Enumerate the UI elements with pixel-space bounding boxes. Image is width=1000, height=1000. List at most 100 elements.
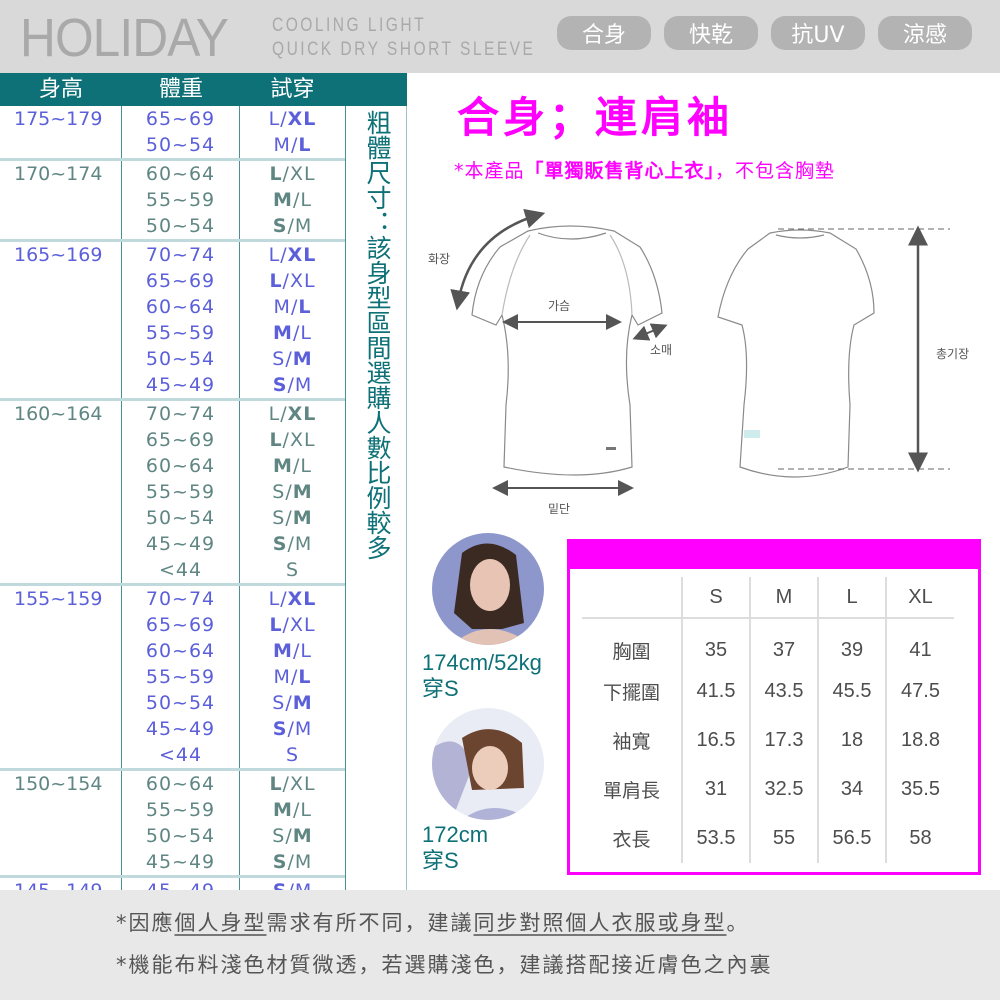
weight-range: 45~49: [122, 372, 240, 398]
size-option-b: M: [294, 533, 313, 555]
note-emphasis: 「單獨販售背心上衣」: [524, 160, 716, 182]
footer-text: 。: [726, 911, 750, 935]
size-separator: /: [287, 533, 295, 555]
height-range: [0, 453, 122, 479]
fit-table-body: 175~179 65~69 L/XL 50~54 M/L 170~174 60~64 L/XL…: [0, 106, 345, 906]
size-header-l: L: [817, 577, 886, 618]
height-range: [0, 690, 122, 716]
fit-recommendation-table: 身高 體重 試穿 175~179 65~69 L/XL 50~54 M/L 170~174…: [0, 73, 407, 906]
fit-table-header: 身高 體重 試穿: [0, 73, 407, 106]
table-row: 160~164 70~74 L/XL: [0, 401, 345, 427]
footer-emphasis: 同步對照個人衣服或身型: [473, 911, 727, 935]
product-note: *本產品「單獨販售背心上衣」，不包含胸墊: [454, 158, 835, 184]
model-caption-1: 174cm/52kg 穿S: [422, 650, 542, 702]
tried-size: M/L: [240, 294, 345, 320]
size-option-b: M: [292, 348, 313, 370]
height-group: 160~164 70~74 L/XL 65~69 L/XL 60~64 M/L 55~59 S/…: [0, 401, 345, 586]
size-option-b: M: [292, 692, 313, 714]
size-option-b: L: [300, 799, 312, 821]
size-separator: /: [280, 588, 288, 610]
table-row: 55~59 S/M: [0, 479, 345, 505]
size-separator: /: [282, 773, 290, 795]
weight-range: 45~49: [122, 531, 240, 557]
feature-tag-fit: 合身: [557, 16, 651, 50]
label-chest: 가슴: [548, 299, 571, 313]
product-fit-title: 合身；連肩袖: [457, 93, 734, 142]
size-option-b: L: [298, 134, 312, 156]
size-option-a: L: [269, 773, 283, 795]
size-option-a: L: [268, 108, 281, 130]
measurement-row: 下擺圍 41.5 43.5 45.5 47.5: [582, 667, 954, 716]
weight-range: <44: [122, 742, 240, 768]
tried-size: L/XL: [240, 161, 345, 187]
size-option-b: XL: [289, 270, 316, 292]
size-option-b: L: [298, 666, 312, 688]
weight-range: 70~74: [122, 242, 240, 268]
table-row: 170~174 60~64 L/XL: [0, 161, 345, 187]
weight-range: 50~54: [122, 132, 240, 158]
height-range: [0, 268, 122, 294]
table-row: 55~59 M/L: [0, 797, 345, 823]
size-separator: /: [287, 718, 295, 740]
table-row: 45~49 S/M: [0, 849, 345, 875]
footer-text: 需求有所不同，建議: [266, 911, 474, 935]
measurement-value: 58: [885, 814, 954, 863]
weight-range: 60~64: [122, 294, 240, 320]
size-option-b: M: [294, 215, 313, 237]
weight-range: 50~54: [122, 213, 240, 239]
table-row: <44 S: [0, 557, 345, 583]
size-option-a: S: [272, 348, 286, 370]
size-separator: /: [287, 374, 295, 396]
garment-diagram-svg: [450, 208, 950, 496]
size-option-a: L: [268, 244, 281, 266]
model-photo-2: [432, 708, 544, 820]
size-option-b: XL: [289, 163, 316, 185]
model-2-measurements: 172cm: [422, 822, 489, 847]
size-option-b: XL: [289, 429, 316, 451]
tried-size: M/L: [240, 638, 345, 664]
height-range: 150~154: [0, 771, 122, 797]
size-option-b: L: [300, 640, 312, 662]
tried-size: S/M: [240, 531, 345, 557]
note-suffix: ，不包含胸墊: [715, 160, 836, 182]
measurement-value: 18: [817, 716, 886, 765]
size-spec-table: S M L XL 胸圍 35 37 39 41 下擺圍 41.5 43.5 45.5 47.5 袖寬…: [567, 539, 981, 875]
height-range: [0, 346, 122, 372]
table-row: 45~49 S/M: [0, 716, 345, 742]
table-row: 50~54 S/M: [0, 213, 345, 239]
tried-size: L/XL: [240, 268, 345, 294]
back-tee-drawing: [717, 229, 875, 478]
weight-range: 50~54: [122, 690, 240, 716]
weight-range: 65~69: [122, 268, 240, 294]
measurement-value: 39: [817, 618, 886, 667]
tried-size: L/XL: [240, 106, 345, 132]
weight-range: 55~59: [122, 664, 240, 690]
size-separator: /: [287, 851, 295, 873]
tried-size: S/M: [240, 505, 345, 531]
column-height: 身高: [38, 77, 83, 102]
weight-range: 55~59: [122, 320, 240, 346]
measurement-value: 45.5: [817, 667, 886, 716]
height-group: 175~179 65~69 L/XL 50~54 M/L: [0, 106, 345, 161]
tried-size: S/M: [240, 823, 345, 849]
height-range: [0, 557, 122, 583]
size-separator: /: [285, 481, 293, 503]
tried-size: S/M: [240, 849, 345, 875]
feature-tags: 合身 快乾 抗UV 涼感: [557, 16, 972, 50]
footer-text: *因應: [116, 911, 175, 935]
weight-range: 45~49: [122, 849, 240, 875]
measurement-value: 34: [817, 765, 886, 814]
sleeve-arrow: [632, 323, 668, 341]
measurement-value: 41.5: [681, 667, 750, 716]
tried-size: L/XL: [240, 427, 345, 453]
tried-size: L/XL: [240, 401, 345, 427]
tried-size: M/L: [240, 187, 345, 213]
measurement-value: 32.5: [749, 765, 818, 814]
measurement-row: 單肩長 31 32.5 34 35.5: [582, 765, 954, 814]
table-row: 60~64 M/L: [0, 294, 345, 320]
feature-tag-uv: 抗UV: [771, 16, 865, 50]
height-range: [0, 132, 122, 158]
bold-size-note-column: 粗體尺寸：該身型區間選購人數比例較多: [345, 106, 407, 890]
height-range: [0, 479, 122, 505]
size-header-m: M: [749, 577, 818, 618]
